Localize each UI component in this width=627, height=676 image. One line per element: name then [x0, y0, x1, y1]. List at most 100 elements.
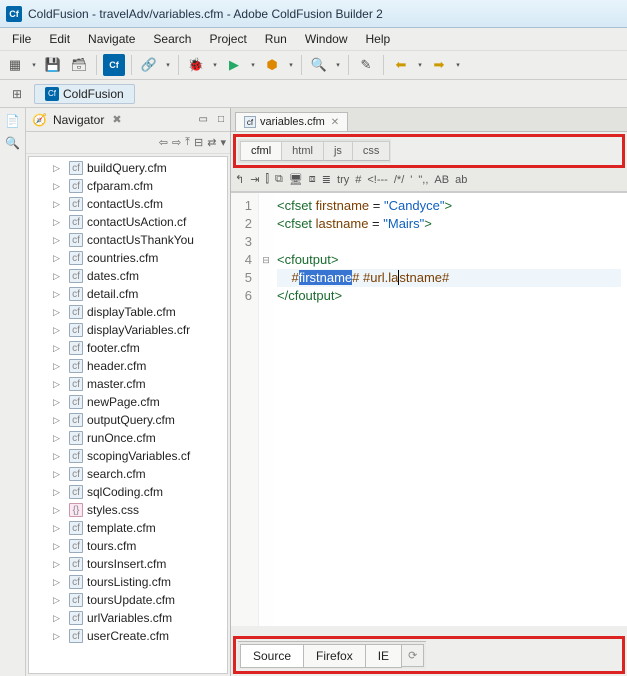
file-toursListing.cfm[interactable]: ▷cftoursListing.cfm	[29, 573, 227, 591]
menu-project[interactable]: Project	[201, 30, 254, 48]
file-toursUpdate.cfm[interactable]: ▷cftoursUpdate.cfm	[29, 591, 227, 609]
close-icon[interactable]: ✕	[331, 117, 339, 128]
file-styles.css[interactable]: ▷{}styles.css	[29, 501, 227, 519]
menu-file[interactable]: File	[4, 30, 39, 48]
mini-tool[interactable]: AB	[434, 174, 449, 186]
mini-tool[interactable]: ↰	[235, 173, 244, 186]
file-scopingVariables.cf[interactable]: ▷cfscopingVariables.cf	[29, 447, 227, 465]
run-button[interactable]: ▶	[223, 54, 245, 76]
maximize-icon[interactable]: □	[218, 114, 224, 125]
search-button[interactable]: 🔍	[308, 54, 330, 76]
nav-back-icon[interactable]: ⇦	[159, 136, 168, 149]
mini-tool[interactable]: #	[355, 174, 361, 186]
file-dates.cfm[interactable]: ▷cfdates.cfm	[29, 267, 227, 285]
file-label: scopingVariables.cf	[87, 449, 190, 463]
mini-tool[interactable]: ⫿	[265, 173, 269, 186]
file-label: outputQuery.cfm	[87, 413, 175, 427]
mini-tool[interactable]: ⧈	[309, 173, 316, 186]
prev-edit-button[interactable]: ✎	[355, 54, 377, 76]
ext-button[interactable]: ⬢	[261, 54, 283, 76]
gutter-icon[interactable]: 📄	[5, 114, 20, 128]
nav-fwd-icon[interactable]: ⇨	[172, 136, 181, 149]
mini-tool[interactable]: ⧉	[275, 173, 283, 186]
file-cfparam.cfm[interactable]: ▷cfcfparam.cfm	[29, 177, 227, 195]
save-button[interactable]: 💾	[42, 54, 64, 76]
file-footer.cfm[interactable]: ▷cffooter.cfm	[29, 339, 227, 357]
file-urlVariables.cfm[interactable]: ▷cfurlVariables.cfm	[29, 609, 227, 627]
pin-icon[interactable]: ✖	[112, 113, 121, 126]
debug-button[interactable]: 🐞	[185, 54, 207, 76]
file-header.cfm[interactable]: ▷cfheader.cfm	[29, 357, 227, 375]
bottom-tab-source[interactable]: Source	[240, 644, 304, 668]
bottom-tab-ie[interactable]: IE	[365, 644, 402, 668]
menu-search[interactable]: Search	[145, 30, 199, 48]
file-sqlCoding.cfm[interactable]: ▷cfsqlCoding.cfm	[29, 483, 227, 501]
cfm-file-icon: cf	[69, 593, 83, 607]
file-contactUs.cfm[interactable]: ▷cfcontactUs.cfm	[29, 195, 227, 213]
file-search.cfm[interactable]: ▷cfsearch.cfm	[29, 465, 227, 483]
mini-tool[interactable]: '	[410, 174, 412, 186]
navigator-icon: 🧭	[32, 113, 47, 127]
nav-menu-icon[interactable]: ▾	[220, 136, 226, 149]
file-master.cfm[interactable]: ▷cfmaster.cfm	[29, 375, 227, 393]
mini-tool[interactable]: ab	[455, 174, 467, 186]
nav-link-icon[interactable]: ⇄	[207, 136, 216, 149]
lang-tab-js[interactable]: js	[323, 141, 353, 161]
lang-tab-cfml[interactable]: cfml	[240, 141, 282, 161]
main-toolbar: ▦▾ 💾 🗃 Cf 🔗▾ 🐞▾ ▶▾ ⬢▾ 🔍▾ ✎ ⬅▾ ➡▾	[0, 50, 627, 80]
file-tours.cfm[interactable]: ▷cftours.cfm	[29, 537, 227, 555]
file-countries.cfm[interactable]: ▷cfcountries.cfm	[29, 249, 227, 267]
editor-tab-variables[interactable]: cf variables.cfm ✕	[235, 112, 348, 131]
file-toursInsert.cfm[interactable]: ▷cftoursInsert.cfm	[29, 555, 227, 573]
file-label: buildQuery.cfm	[87, 161, 167, 175]
link-button[interactable]: 🔗	[138, 54, 160, 76]
refresh-icon[interactable]: ⟳	[401, 644, 424, 667]
gutter-icon[interactable]: 🔍	[5, 136, 20, 150]
menu-run[interactable]: Run	[257, 30, 295, 48]
file-buildQuery.cfm[interactable]: ▷cfbuildQuery.cfm	[29, 159, 227, 177]
file-detail.cfm[interactable]: ▷cfdetail.cfm	[29, 285, 227, 303]
menu-window[interactable]: Window	[297, 30, 356, 48]
file-runOnce.cfm[interactable]: ▷cfrunOnce.cfm	[29, 429, 227, 447]
menu-edit[interactable]: Edit	[41, 30, 78, 48]
cfm-file-icon: cf	[69, 305, 83, 319]
file-displayVariables.cfr[interactable]: ▷cfdisplayVariables.cfr	[29, 321, 227, 339]
file-tree[interactable]: ▷cfbuildQuery.cfm▷cfcfparam.cfm▷cfcontac…	[28, 156, 228, 674]
mini-tool[interactable]: <!---	[367, 174, 387, 186]
mini-tool[interactable]: 🖥	[289, 173, 303, 186]
back-button[interactable]: ⬅	[390, 54, 412, 76]
nav-up-icon[interactable]: ⤒	[185, 136, 190, 149]
menu-navigate[interactable]: Navigate	[80, 30, 143, 48]
lang-tab-html[interactable]: html	[281, 141, 324, 161]
lang-tab-css[interactable]: css	[352, 141, 391, 161]
file-userCreate.cfm[interactable]: ▷cfuserCreate.cfm	[29, 627, 227, 645]
perspective-coldfusion[interactable]: Cf ColdFusion	[34, 84, 135, 104]
cf-button[interactable]: Cf	[103, 54, 125, 76]
menu-help[interactable]: Help	[358, 30, 399, 48]
new-button[interactable]: ▦	[4, 54, 26, 76]
mini-tool[interactable]: ≣	[322, 173, 331, 186]
mini-tool[interactable]: /*/	[394, 174, 404, 186]
mini-tool[interactable]: try	[337, 174, 349, 186]
bottom-tab-firefox[interactable]: Firefox	[303, 644, 366, 668]
file-displayTable.cfm[interactable]: ▷cfdisplayTable.cfm	[29, 303, 227, 321]
minimize-icon[interactable]: ▭	[199, 114, 208, 125]
mini-tool[interactable]: ",,	[418, 174, 428, 186]
save-all-button[interactable]: 🗃	[68, 54, 90, 76]
code-editor[interactable]: 123456 ⊟ <cfset firstname = "Candyce"> <…	[231, 192, 627, 626]
file-template.cfm[interactable]: ▷cftemplate.cfm	[29, 519, 227, 537]
file-label: tours.cfm	[87, 539, 136, 553]
file-contactUsAction.cf[interactable]: ▷cfcontactUsAction.cf	[29, 213, 227, 231]
nav-collapse-icon[interactable]: ⊟	[194, 136, 203, 149]
fold-toggle-icon[interactable]: ⊟	[259, 251, 273, 269]
mini-tool[interactable]: ⇥	[250, 173, 259, 186]
file-newPage.cfm[interactable]: ▷cfnewPage.cfm	[29, 393, 227, 411]
file-outputQuery.cfm[interactable]: ▷cfoutputQuery.cfm	[29, 411, 227, 429]
fwd-button[interactable]: ➡	[428, 54, 450, 76]
file-label: header.cfm	[87, 359, 146, 373]
navigator-panel: 🧭 Navigator ✖ ▭ □ ⇦ ⇨ ⤒ ⊟ ⇄ ▾ ▷cfbuildQu…	[26, 108, 231, 676]
navigator-header: 🧭 Navigator ✖ ▭ □	[26, 108, 230, 132]
open-perspective-icon[interactable]: ⊞	[8, 85, 26, 103]
file-contactUsThankYou[interactable]: ▷cfcontactUsThankYou	[29, 231, 227, 249]
code-content[interactable]: <cfset firstname = "Candyce"> <cfset las…	[273, 193, 627, 626]
